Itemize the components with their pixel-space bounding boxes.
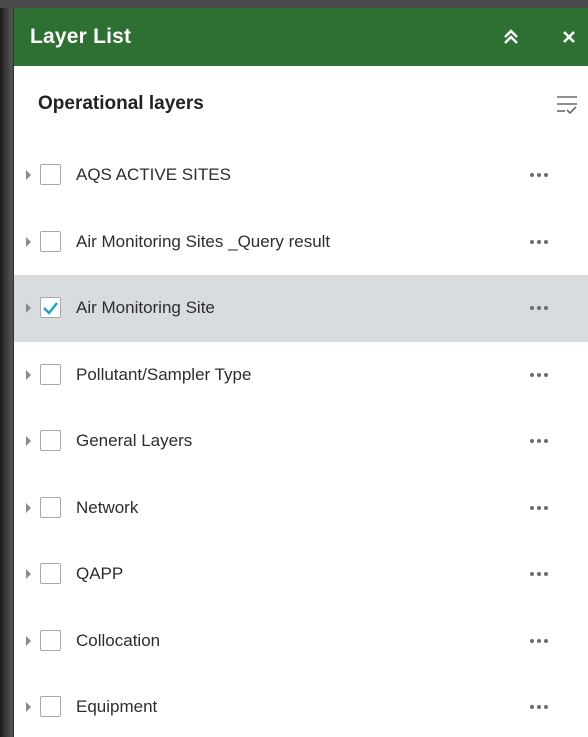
layer-rows: AQS ACTIVE SITES Air Monitoring Sites _Q…	[14, 142, 588, 737]
close-button[interactable]	[554, 8, 584, 66]
layer-row[interactable]: Collocation	[14, 608, 588, 675]
more-options-icon[interactable]	[530, 173, 548, 178]
layer-row[interactable]: Air Monitoring Sites _Query result	[14, 209, 588, 276]
layer-visibility-checkbox[interactable]	[40, 563, 61, 585]
layer-row[interactable]: Air Monitoring Site	[14, 275, 588, 342]
more-options-icon[interactable]	[530, 306, 548, 311]
more-options-icon[interactable]	[530, 705, 548, 710]
layer-label: Equipment	[76, 697, 158, 717]
layer-label: QAPP	[76, 564, 124, 584]
expand-caret-icon[interactable]	[26, 502, 31, 513]
panel-title: Layer List	[30, 25, 132, 48]
layer-row[interactable]: AQS ACTIVE SITES	[14, 142, 588, 209]
layer-row[interactable]: Network	[14, 475, 588, 542]
layer-visibility-checkbox[interactable]	[40, 297, 61, 319]
layer-visibility-checkbox[interactable]	[40, 430, 61, 452]
expand-caret-icon[interactable]	[26, 569, 31, 580]
collapse-button[interactable]	[498, 8, 524, 66]
expand-caret-icon[interactable]	[26, 702, 31, 713]
layer-row[interactable]: QAPP	[14, 541, 588, 608]
layer-visibility-checkbox[interactable]	[40, 230, 61, 252]
more-options-icon[interactable]	[530, 239, 548, 244]
layer-label: Pollutant/Sampler Type	[76, 364, 252, 384]
expand-caret-icon[interactable]	[26, 303, 31, 314]
layer-visibility-checkbox[interactable]	[40, 363, 61, 385]
expand-caret-icon[interactable]	[26, 170, 31, 181]
layer-row[interactable]: General Layers	[14, 408, 588, 475]
layer-label: Air Monitoring Sites _Query result	[76, 231, 331, 251]
section-title: Operational layers	[38, 93, 204, 114]
expand-caret-icon[interactable]	[26, 369, 31, 380]
window-top-edge	[0, 0, 588, 8]
expand-caret-icon[interactable]	[26, 635, 31, 646]
expand-caret-icon[interactable]	[26, 236, 31, 247]
more-options-icon[interactable]	[530, 439, 548, 444]
layer-row[interactable]: Pollutant/Sampler Type	[14, 342, 588, 409]
more-options-icon[interactable]	[530, 572, 548, 577]
more-options-icon[interactable]	[530, 372, 548, 377]
panel-header: Layer List	[14, 8, 588, 66]
close-icon	[563, 31, 575, 43]
layer-label: AQS ACTIVE SITES	[76, 165, 231, 185]
operational-layers-header: Operational layers	[14, 66, 588, 142]
layer-visibility-checkbox[interactable]	[40, 164, 61, 186]
layer-visibility-checkbox[interactable]	[40, 629, 61, 651]
layer-label: Air Monitoring Site	[76, 298, 215, 318]
expand-caret-icon[interactable]	[26, 436, 31, 447]
more-options-icon[interactable]	[530, 505, 548, 510]
layer-visibility-checkbox[interactable]	[40, 496, 61, 518]
layer-label: Network	[76, 497, 139, 517]
more-options-icon[interactable]	[530, 638, 548, 643]
double-chevron-up-icon	[504, 29, 518, 44]
layer-label: General Layers	[76, 431, 193, 451]
layer-label: Collocation	[76, 630, 161, 650]
filter-list-icon[interactable]	[556, 94, 578, 116]
layer-list-panel: Layer List Operational layers AQS ACTIVE…	[14, 8, 588, 737]
layer-visibility-checkbox[interactable]	[40, 696, 61, 718]
layer-row[interactable]: Equipment	[14, 674, 588, 737]
checkmark-icon	[43, 302, 58, 316]
